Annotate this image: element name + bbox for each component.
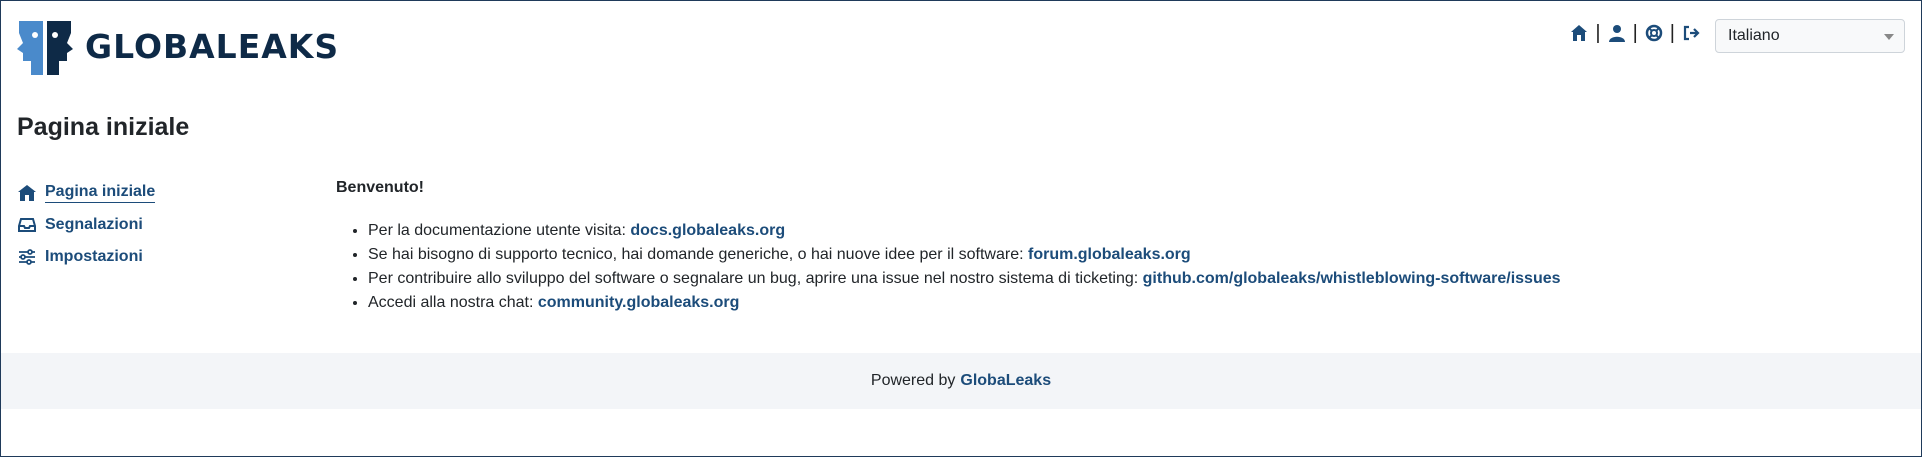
list-item-text: Accedi alla nostra chat: (368, 294, 538, 311)
brand-name: GLOBALEAKS (85, 26, 340, 66)
logo[interactable]: GLOBALEAKS (17, 17, 339, 75)
footer-text: Powered by (870, 372, 956, 389)
logout-icon[interactable] (1681, 23, 1701, 43)
sidebar: Pagina iniziale Segnalazioni Impostazion… (17, 177, 156, 273)
separator: | (1632, 22, 1638, 44)
sidebar-item-label: Pagina iniziale (45, 183, 156, 203)
app-window: GLOBALEAKS | | | Italiano Pagina inizial… (0, 0, 1922, 457)
separator: | (1595, 22, 1601, 44)
docs-link[interactable]: docs.globaleaks.org (630, 222, 785, 239)
footer: Powered by GlobaLeaks (1, 353, 1921, 409)
footer-globaleaks-link[interactable]: GlobaLeaks (960, 372, 1051, 390)
forum-link[interactable]: forum.globaleaks.org (1028, 246, 1191, 263)
sliders-icon (17, 247, 37, 267)
user-icon[interactable] (1607, 23, 1627, 43)
community-link[interactable]: community.globaleaks.org (538, 294, 740, 311)
home-icon (17, 183, 37, 203)
github-issues-link[interactable]: github.com/globaleaks/whistleblowing-sof… (1143, 270, 1561, 287)
list-item: Se hai bisogno di supporto tecnico, hai … (368, 243, 1561, 267)
header: GLOBALEAKS | | | Italiano (1, 1, 1921, 91)
home-icon[interactable] (1569, 23, 1589, 43)
list-item: Per contribuire allo sviluppo del softwa… (368, 267, 1561, 291)
list-item-text: Se hai bisogno di supporto tecnico, hai … (368, 246, 1028, 263)
inbox-icon (17, 215, 37, 235)
sidebar-item-label: Segnalazioni (45, 216, 143, 233)
globaleaks-faces-logo (17, 21, 73, 75)
sidebar-item-label: Impostazioni (45, 248, 143, 265)
main-content: Benvenuto! Per la documentazione utente … (336, 179, 1561, 315)
sidebar-item-settings[interactable]: Impostazioni (17, 241, 155, 273)
support-icon[interactable] (1644, 23, 1664, 43)
page-title: Pagina iniziale (17, 113, 190, 141)
list-item-text: Per contribuire allo sviluppo del softwa… (368, 270, 1143, 287)
list-item-text: Per la documentazione utente visita: (368, 222, 631, 239)
sidebar-item-home[interactable]: Pagina iniziale (17, 177, 156, 209)
sidebar-item-reports[interactable]: Segnalazioni (17, 209, 155, 241)
welcome-heading: Benvenuto! (336, 179, 424, 196)
language-selected: Italiano (1728, 27, 1780, 44)
language-select[interactable]: Italiano (1715, 19, 1905, 53)
list-item: Accedi alla nostra chat: community.globa… (368, 291, 1561, 315)
separator: | (1669, 22, 1675, 44)
info-list: Per la documentazione utente visita: doc… (336, 219, 1561, 315)
header-nav: | | | (1569, 23, 1701, 43)
list-item: Per la documentazione utente visita: doc… (368, 219, 1561, 243)
chevron-down-icon (1884, 34, 1894, 40)
